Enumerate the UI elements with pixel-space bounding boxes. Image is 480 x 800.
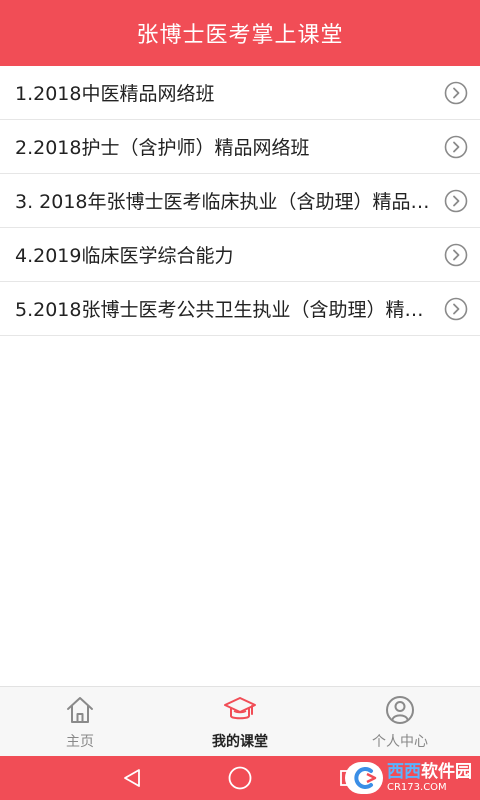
app-screen: 张博士医考掌上课堂 1.2018中医精品网络班 2.2018护士（含护师）精品网… (0, 0, 480, 800)
course-list: 1.2018中医精品网络班 2.2018护士（含护师）精品网络班 3. 2018… (0, 66, 480, 336)
course-item-label: 3. 2018年张博士医考临床执业（含助理）精品网络班 (15, 191, 437, 213)
tab-my-classroom[interactable]: 我的课堂 (160, 687, 320, 757)
course-item-label: 5.2018张博士医考公共卫生执业（含助理）精品网络班 (15, 299, 437, 321)
tab-profile[interactable]: 个人中心 (320, 687, 480, 757)
chevron-right-icon (444, 189, 468, 212)
chevron-right-icon (444, 243, 468, 266)
course-item-label: 2.2018护士（含护师）精品网络班 (15, 137, 310, 159)
back-button[interactable] (112, 758, 152, 798)
tab-home[interactable]: 主页 (0, 687, 160, 757)
watermark-domain: CR173.COM (387, 781, 447, 793)
home-circle-icon (228, 766, 252, 790)
bottom-tab-bar: 主页 我的课堂 个人中心 (0, 686, 480, 757)
course-item-2[interactable]: 2.2018护士（含护师）精品网络班 (0, 120, 480, 174)
course-item-4[interactable]: 4.2019临床医学综合能力 (0, 228, 480, 282)
watermark-brand-b: 软件园 (421, 761, 472, 782)
course-item-label: 4.2019临床医学综合能力 (15, 245, 234, 267)
chevron-right-icon (444, 135, 468, 158)
tab-my-classroom-label: 我的课堂 (212, 734, 268, 750)
user-icon (386, 696, 414, 724)
watermark-logo: 西西软件园 CR173.COM (345, 758, 472, 798)
course-item-label: 1.2018中医精品网络班 (15, 83, 215, 105)
chevron-right-icon (444, 81, 468, 104)
tab-profile-label: 个人中心 (372, 734, 428, 750)
tab-home-label: 主页 (66, 734, 94, 750)
graduation-cap-icon (224, 697, 256, 720)
course-item-5[interactable]: 5.2018张博士医考公共卫生执业（含助理）精品网络班 (0, 282, 480, 336)
course-item-1[interactable]: 1.2018中医精品网络班 (0, 66, 480, 120)
home-button[interactable] (220, 758, 260, 798)
course-item-3[interactable]: 3. 2018年张博士医考临床执业（含助理）精品网络班 (0, 174, 480, 228)
page-title: 张博士医考掌上课堂 (136, 23, 344, 48)
watermark-c-icon (345, 762, 383, 794)
back-triangle-icon (124, 769, 140, 787)
home-icon (67, 697, 93, 723)
watermark-brand-a: 西西 (387, 761, 421, 782)
watermark-text: 西西软件园 CR173.COM (387, 761, 472, 793)
title-bar: 张博士医考掌上课堂 (0, 0, 480, 66)
chevron-right-icon (444, 297, 468, 320)
